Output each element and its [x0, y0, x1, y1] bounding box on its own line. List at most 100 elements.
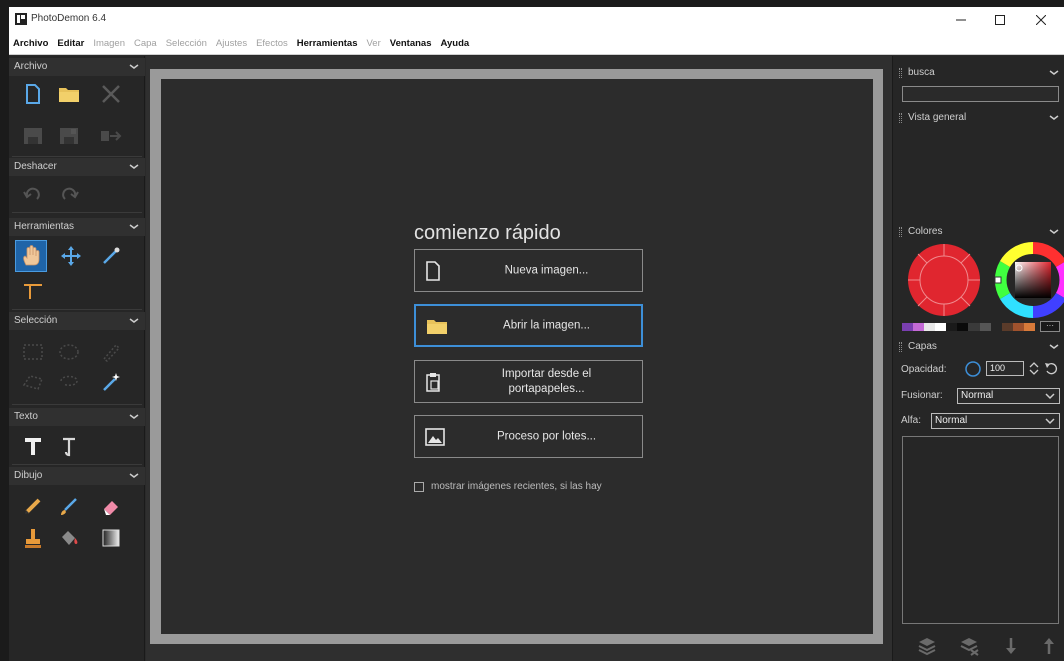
menu-imagen[interactable]: Imagen [93, 38, 125, 49]
close-file-tool[interactable] [97, 80, 125, 108]
typography-tool[interactable] [55, 432, 83, 460]
move-layer-down-icon[interactable] [1001, 636, 1021, 656]
chevron-down-icon [129, 473, 139, 478]
toolbox-section-herramientas[interactable]: Herramientas [9, 218, 145, 236]
undo-icon [23, 187, 40, 200]
layer-list[interactable] [902, 436, 1059, 624]
polygon-select-tool[interactable] [19, 368, 47, 396]
chevron-down-icon [1045, 418, 1055, 425]
reset-icon[interactable] [1044, 361, 1058, 376]
layers-panel-header[interactable]: Capas [893, 338, 1064, 356]
palette-swatch[interactable] [957, 323, 969, 331]
export-tool[interactable] [97, 122, 125, 150]
palette-swatch[interactable] [990, 323, 1002, 331]
import-clipboard-button[interactable]: Importar desde el portapapeles... [414, 360, 643, 403]
open-file-tool[interactable] [55, 80, 83, 108]
batch-process-button[interactable]: Proceso por lotes... [414, 415, 643, 458]
toolbox-section-seleccion[interactable]: Selección [9, 312, 145, 330]
palette-swatch[interactable] [1012, 323, 1024, 331]
menu-capa[interactable]: Capa [134, 38, 157, 49]
grip-icon [899, 227, 902, 237]
opacity-dial-icon[interactable] [964, 360, 982, 378]
menu-ayuda[interactable]: Ayuda [440, 38, 469, 49]
undo-tool[interactable] [19, 180, 47, 208]
colors-panel-header[interactable]: Colores [893, 223, 1064, 241]
more-colors-button[interactable]: ··· [1040, 321, 1060, 332]
pencil-icon [25, 498, 41, 514]
gradient-tool[interactable] [97, 524, 125, 552]
toolbox-separator [12, 404, 142, 405]
panel-title: Capas [908, 341, 937, 352]
maximize-button[interactable] [977, 7, 1023, 33]
close-button[interactable] [1018, 7, 1064, 33]
move-tool[interactable] [57, 242, 85, 270]
brush-tool[interactable] [55, 492, 83, 520]
delete-layer-icon[interactable] [959, 636, 979, 656]
magic-wand-tool[interactable] [97, 368, 125, 396]
toolbox-section-texto[interactable]: Texto [9, 408, 145, 426]
menu-ajustes[interactable]: Ajustes [216, 38, 247, 49]
alpha-mode-select[interactable]: Normal [931, 413, 1060, 429]
ruler-icon [24, 284, 42, 299]
color-palette[interactable] [902, 323, 1035, 331]
open-image-button[interactable]: Abrir la imagen... [414, 304, 643, 347]
text-tool[interactable] [19, 432, 47, 460]
measure-tool[interactable] [19, 276, 47, 304]
new-image-button[interactable]: Nueva imagen... [414, 249, 643, 292]
line-select-tool[interactable] [97, 338, 125, 366]
overview-panel-header[interactable]: Vista general [893, 109, 1064, 127]
rect-select-tool[interactable] [19, 338, 47, 366]
section-label: Archivo [14, 61, 48, 72]
spin-arrows-icon[interactable] [1027, 361, 1041, 376]
menu-archivo[interactable]: Archivo [13, 38, 48, 49]
search-panel-header[interactable]: busca [893, 64, 1064, 82]
toolbox-section-dibujo[interactable]: Dibujo [9, 467, 145, 485]
pencil-tool[interactable] [19, 492, 47, 520]
opacity-input[interactable]: 100 [986, 361, 1024, 376]
menu-editar[interactable]: Editar [57, 38, 84, 49]
save-tool[interactable] [19, 122, 47, 150]
palette-swatch[interactable] [924, 323, 936, 331]
toolbox-section-deshacer[interactable]: Deshacer [9, 158, 145, 176]
save-as-tool[interactable] [55, 122, 83, 150]
menu-herramientas[interactable]: Herramientas [297, 38, 358, 49]
palette-swatch[interactable] [902, 323, 914, 331]
lasso-icon [60, 375, 78, 386]
panel-title: busca [908, 67, 935, 78]
lasso-select-tool[interactable] [55, 368, 83, 396]
color-picker-tool[interactable] [97, 242, 125, 270]
search-input[interactable] [902, 86, 1059, 102]
folder-icon [427, 319, 447, 334]
grip-icon [899, 113, 902, 123]
show-recent-checkbox[interactable] [414, 481, 424, 492]
palette-swatch[interactable] [979, 323, 991, 331]
menu-ver[interactable]: Ver [367, 38, 381, 49]
gradient-icon [102, 529, 120, 547]
toolbox-section-archivo[interactable]: Archivo [9, 58, 145, 76]
hue-color-wheel[interactable] [993, 240, 1064, 320]
new-file-tool[interactable] [19, 80, 47, 108]
redo-tool[interactable] [55, 180, 83, 208]
hand-tool[interactable] [15, 240, 47, 272]
eraser-tool[interactable] [97, 492, 125, 520]
blend-mode-select[interactable]: Normal [957, 388, 1060, 404]
clone-stamp-tool[interactable] [19, 524, 47, 552]
import-clipboard-line2: portapapeles... [508, 382, 585, 395]
add-layer-icon[interactable] [917, 636, 937, 656]
palette-swatch[interactable] [1001, 323, 1013, 331]
menu-efectos[interactable]: Efectos [256, 38, 288, 49]
menu-seleccion[interactable]: Selección [166, 38, 207, 49]
move-layer-up-icon[interactable] [1039, 636, 1059, 656]
palette-swatch[interactable] [968, 323, 980, 331]
show-recent-checkbox-row[interactable]: mostrar imágenes recientes, si las hay [414, 481, 602, 492]
palette-swatch[interactable] [913, 323, 925, 331]
ellipse-select-tool[interactable] [55, 338, 83, 366]
palette-swatch[interactable] [935, 323, 947, 331]
window-title: PhotoDemon 6.4 [31, 13, 107, 24]
fill-tool[interactable] [55, 524, 83, 552]
palette-swatch[interactable] [946, 323, 958, 331]
palette-swatch[interactable] [1023, 323, 1035, 331]
new-file-icon [426, 260, 440, 281]
primary-color-wheel[interactable] [906, 242, 982, 318]
menu-ventanas[interactable]: Ventanas [390, 38, 432, 49]
